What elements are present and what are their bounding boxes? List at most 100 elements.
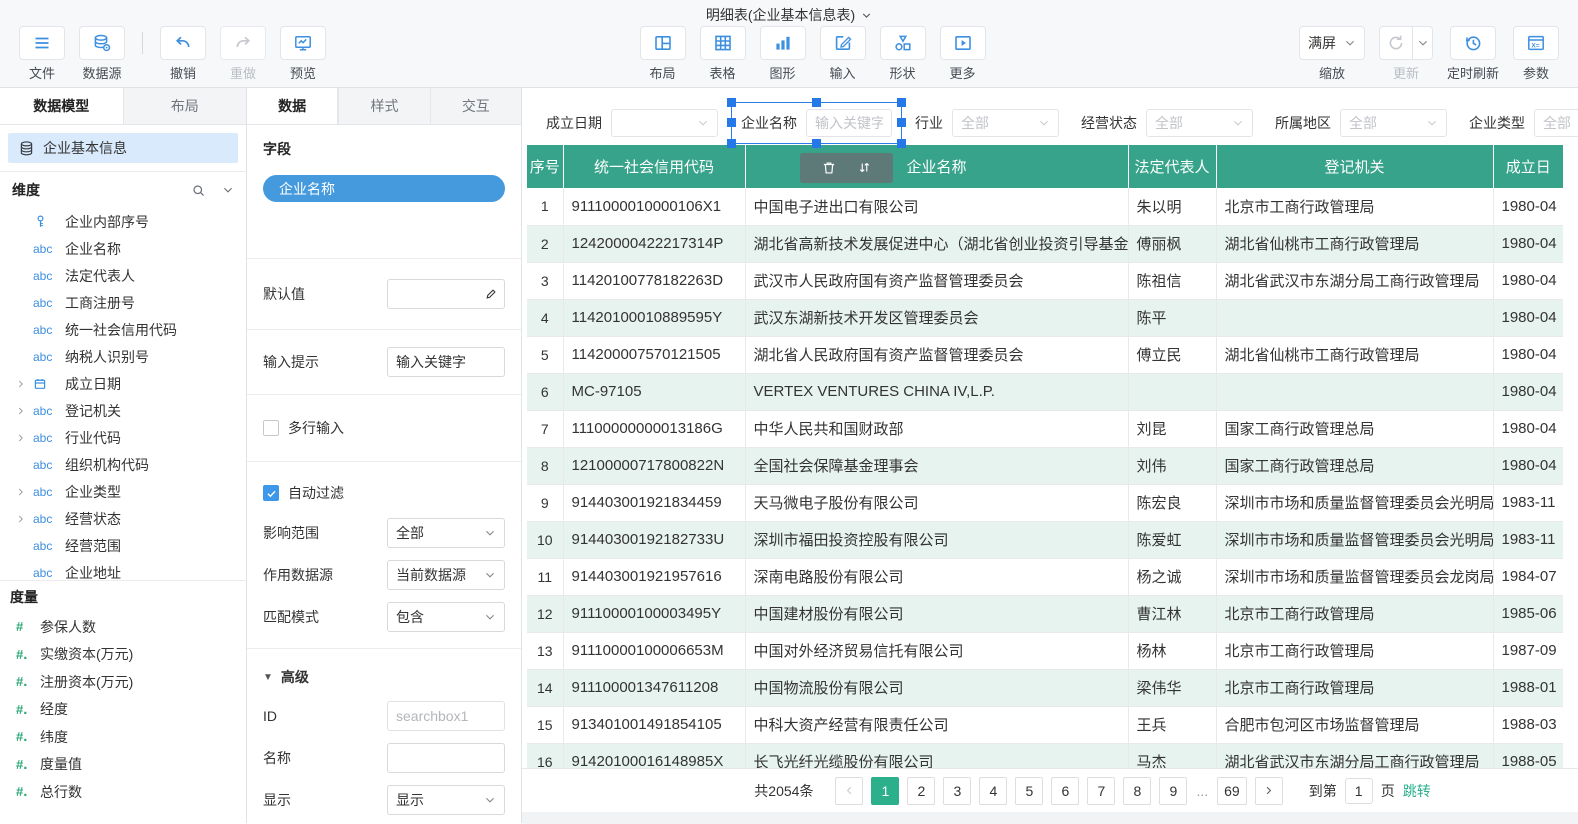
dimension-field[interactable]: abc 企业类型 — [0, 478, 246, 505]
chevron-down-icon[interactable] — [222, 184, 234, 196]
display-select[interactable]: 显示 — [387, 785, 505, 815]
apply-datasource-select[interactable]: 当前数据源 — [387, 560, 505, 590]
measure-field[interactable]: #. 纬度 — [0, 723, 246, 751]
datasource-button[interactable]: 数据源 — [79, 26, 125, 82]
dimension-field[interactable]: abc 企业名称 — [0, 235, 246, 262]
zoom-button[interactable]: 满屏 缩放 — [1299, 26, 1365, 82]
preview-button[interactable]: 预览 — [280, 26, 326, 82]
dimension-field[interactable]: abc 行业代码 — [0, 424, 246, 451]
update-button[interactable]: 更新 — [1379, 26, 1433, 82]
jump-button[interactable]: 跳转 — [1403, 781, 1431, 801]
more-button[interactable]: 更多 — [939, 26, 986, 82]
swap-icon[interactable] — [857, 160, 872, 175]
undo-button[interactable]: 撤销 — [160, 26, 206, 82]
dimension-field[interactable]: abc 经营状态 — [0, 505, 246, 532]
column-header[interactable]: 统一社会信用代码 — [563, 145, 746, 188]
default-value-input[interactable] — [387, 279, 505, 309]
selection-handle[interactable] — [727, 97, 736, 107]
input-button[interactable]: 输入 — [819, 26, 866, 82]
scope-select[interactable]: 全部 — [387, 518, 505, 548]
selection-handle[interactable] — [897, 138, 906, 148]
table-btn-face[interactable] — [699, 26, 746, 60]
chevron-down-icon[interactable] — [1413, 26, 1433, 60]
measure-field[interactable]: #. 实缴资本(万元) — [0, 641, 246, 669]
autofilter-checkbox-row[interactable]: 自动过滤 — [263, 478, 505, 508]
shape-button[interactable]: 形状 — [879, 26, 926, 82]
filter-select[interactable]: 全部 — [1340, 108, 1447, 137]
page-button-2[interactable]: 2 — [907, 776, 936, 805]
next-page-button[interactable] — [1254, 776, 1283, 805]
match-mode-select[interactable]: 包含 — [387, 602, 505, 632]
page-button-7[interactable]: 7 — [1087, 776, 1116, 805]
chevron-right-icon[interactable] — [16, 406, 28, 416]
inspector-tab-交互[interactable]: 交互 — [429, 88, 521, 124]
widget-name-field[interactable] — [387, 743, 505, 773]
file-btn-face[interactable] — [19, 26, 65, 60]
input-hint-field[interactable] — [387, 347, 505, 377]
shape-btn-face[interactable] — [879, 26, 926, 60]
page-button-9[interactable]: 9 — [1159, 776, 1188, 805]
multiline-checkbox-row[interactable]: 多行输入 — [263, 413, 505, 443]
goto-page-input[interactable] — [1344, 777, 1373, 804]
dimension-field[interactable]: abc 企业地址 — [0, 559, 246, 581]
last-page-button[interactable]: 69 — [1217, 776, 1247, 805]
inspector-tab-数据[interactable]: 数据 — [247, 88, 339, 124]
dimension-field[interactable]: 成立日期 — [0, 370, 246, 397]
update-split-button[interactable] — [1379, 26, 1433, 60]
search-icon[interactable] — [191, 183, 206, 198]
chevron-right-icon[interactable] — [16, 487, 28, 497]
filter-select[interactable]: 全部 — [1146, 108, 1253, 137]
file-button[interactable]: 文件 — [19, 26, 65, 82]
advanced-section-toggle[interactable]: ▼ 高级 — [263, 667, 505, 687]
dimension-field[interactable]: abc 组织机构代码 — [0, 451, 246, 478]
zoom-dropdown[interactable]: 满屏 — [1299, 26, 1365, 60]
checkbox-checked-icon[interactable] — [263, 485, 279, 501]
filter-select[interactable]: 全部 — [1534, 108, 1578, 137]
params-btn-face[interactable]: X= — [1513, 26, 1560, 60]
inspector-tab-样式[interactable]: 样式 — [338, 88, 430, 124]
timed-refresh-btn-face[interactable] — [1450, 26, 1496, 60]
chevron-right-icon[interactable] — [16, 514, 28, 524]
dimension-field[interactable]: abc 经营范围 — [0, 532, 246, 559]
datasource-btn-face[interactable] — [79, 26, 125, 60]
measure-field[interactable]: #. 度量值 — [0, 751, 246, 779]
dimension-field[interactable]: abc 工商注册号 — [0, 289, 246, 316]
undo-btn-face[interactable] — [160, 26, 206, 60]
dimension-field[interactable]: 企业内部序号 — [0, 208, 246, 235]
filter-select[interactable] — [611, 108, 718, 137]
selection-handle[interactable] — [811, 138, 821, 148]
chart-btn-face[interactable] — [759, 26, 806, 60]
table-button[interactable]: 表格 — [699, 26, 746, 82]
selection-handle[interactable] — [727, 117, 736, 127]
field-pill[interactable]: 企业名称 — [263, 175, 505, 202]
selected-search-widget[interactable]: 企业名称 — [727, 97, 906, 183]
selection-handle[interactable] — [727, 138, 736, 148]
page-button-3[interactable]: 3 — [943, 776, 972, 805]
measure-field[interactable]: #. 注册资本(万元) — [0, 668, 246, 696]
column-header[interactable]: 登记机关 — [1216, 145, 1494, 188]
sidebar-tab-布局[interactable]: 布局 — [123, 88, 246, 124]
redo-button[interactable]: 重做 — [220, 26, 266, 82]
prev-page-button[interactable] — [835, 776, 864, 805]
preview-btn-face[interactable] — [280, 26, 326, 60]
column-header[interactable]: 成立日 — [1493, 145, 1563, 188]
report-title-bar[interactable]: 明细表(企业基本信息表) — [0, 0, 1578, 26]
column-header[interactable]: 序号 — [527, 145, 564, 188]
page-button-5[interactable]: 5 — [1015, 776, 1044, 805]
input-btn-face[interactable] — [819, 26, 866, 60]
refresh-icon[interactable] — [1379, 26, 1413, 60]
trash-icon[interactable] — [821, 160, 837, 176]
chart-button[interactable]: 图形 — [759, 26, 806, 82]
page-button-8[interactable]: 8 — [1123, 776, 1152, 805]
filter-select[interactable]: 全部 — [952, 108, 1059, 137]
selection-handle[interactable] — [811, 97, 821, 107]
page-button-4[interactable]: 4 — [979, 776, 1008, 805]
dimension-field[interactable]: abc 法定代表人 — [0, 262, 246, 289]
report-canvas[interactable]: 成立日期 企业名称 行业 全部 经营状态 全部 所属地区 全部 企业类型 全部 序号统一社会信用代… — [522, 88, 1578, 824]
params-button[interactable]: X= 参数 — [1513, 26, 1560, 82]
layout-button[interactable]: 布局 — [639, 26, 686, 82]
column-header[interactable]: 法定代表人 — [1128, 145, 1217, 188]
redo-btn-face[interactable] — [220, 26, 266, 60]
page-button-1[interactable]: 1 — [871, 776, 900, 805]
sidebar-tab-数据模型[interactable]: 数据模型 — [0, 88, 124, 124]
